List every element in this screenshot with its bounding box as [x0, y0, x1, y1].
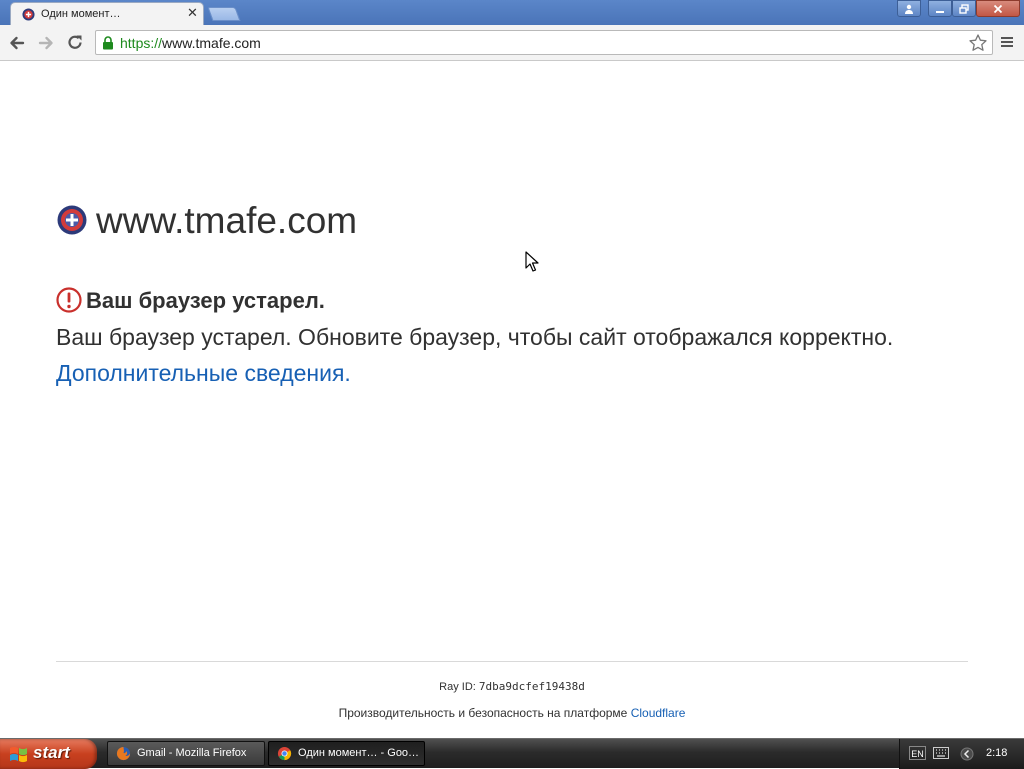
clock: 2:18	[986, 747, 1008, 759]
firefox-icon	[116, 746, 131, 761]
bookmark-star-icon[interactable]	[968, 33, 988, 53]
menu-icon[interactable]	[999, 34, 1015, 50]
chrome-icon	[277, 746, 292, 761]
taskbar-item-firefox[interactable]: Gmail - Mozilla Firefox	[107, 741, 265, 766]
more-info-link[interactable]: Дополнительные сведения.	[56, 358, 351, 388]
close-window-button[interactable]	[976, 0, 1020, 17]
browser-titlebar: Один момент… ✕	[0, 0, 1024, 25]
mouse-cursor-icon	[525, 251, 539, 272]
site-favicon-icon	[57, 205, 87, 235]
reload-icon[interactable]	[65, 33, 85, 53]
restore-button[interactable]	[952, 0, 976, 17]
footer-divider	[56, 661, 968, 662]
url-text: https://www.tmafe.com	[120, 35, 261, 51]
close-icon	[993, 4, 1003, 14]
cloudflare-link[interactable]: Cloudflare	[631, 706, 686, 720]
taskbar-item-label: Один момент… - Goo…	[298, 747, 420, 759]
warning-icon	[56, 287, 82, 313]
site-title: www.tmafe.com	[96, 200, 358, 241]
ray-id-label: Ray ID:	[439, 681, 476, 693]
url-scheme: https://	[120, 35, 163, 51]
profile-button[interactable]	[897, 0, 921, 17]
system-tray: EN 2:18	[899, 739, 1024, 769]
start-label: start	[33, 743, 70, 762]
warning-heading: Ваш браузер устарел.	[86, 288, 325, 313]
site-favicon-icon	[22, 8, 35, 21]
windows-flag-icon	[10, 746, 27, 763]
taskbar-item-chrome[interactable]: Один момент… - Goo…	[268, 741, 425, 766]
address-bar[interactable]: https://www.tmafe.com	[95, 30, 993, 55]
browser-toolbar: https://www.tmafe.com	[0, 25, 1024, 61]
ray-id-line: Ray ID: 7dba9dcfef19438d	[0, 680, 1024, 693]
taskbar-item-label: Gmail - Mozilla Firefox	[137, 747, 247, 759]
taskbar: start Gmail - Mozilla Firefox Один момен…	[0, 738, 1024, 769]
keyboard-icon[interactable]	[933, 747, 949, 759]
show-hidden-icons-icon[interactable]	[960, 747, 974, 761]
url-host: www.tmafe.com	[162, 35, 261, 51]
tab-title: Один момент…	[41, 8, 121, 20]
minimize-button[interactable]	[928, 0, 952, 17]
forward-arrow-icon[interactable]	[36, 33, 56, 53]
user-icon	[905, 4, 913, 14]
performance-text: Производительность и безопасность на пла…	[338, 706, 628, 720]
performance-line: Производительность и безопасность на пла…	[0, 706, 1024, 720]
tab-active[interactable]: Один момент… ✕	[10, 2, 204, 25]
start-button[interactable]: start	[0, 739, 97, 769]
restore-icon	[959, 4, 969, 14]
lock-icon	[103, 36, 113, 50]
new-tab-button[interactable]	[207, 7, 241, 21]
warning-message: Ваш браузер устарел. Обновите браузер, ч…	[56, 324, 894, 350]
back-arrow-icon[interactable]	[7, 33, 27, 53]
minimize-icon	[936, 11, 944, 13]
tab-close-icon[interactable]: ✕	[187, 6, 198, 22]
language-indicator[interactable]: EN	[909, 746, 926, 760]
ray-id-value: 7dba9dcfef19438d	[478, 680, 585, 693]
